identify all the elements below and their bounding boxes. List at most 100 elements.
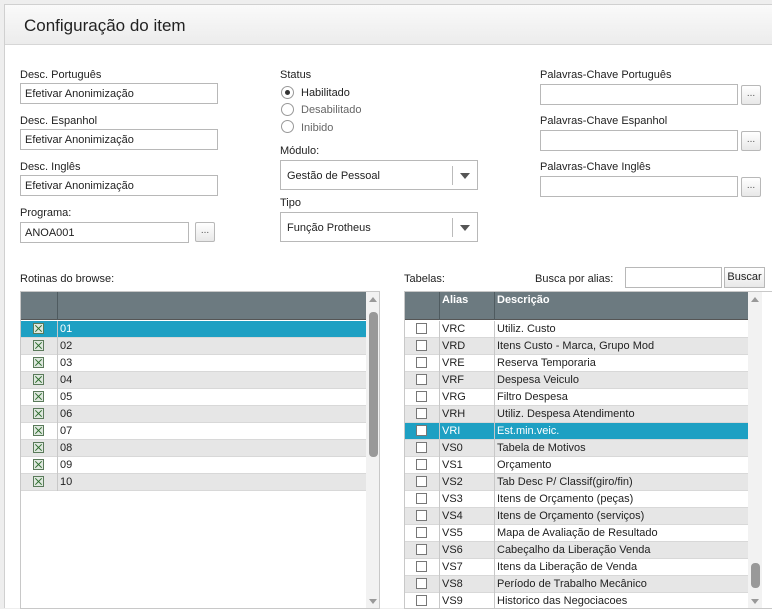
table-row[interactable]: VS8 Período de Trabalho Mecânico [405,576,748,593]
table-check-cell[interactable] [405,559,440,576]
checkbox[interactable] [416,544,427,555]
table-check-cell[interactable] [405,440,440,457]
programa-lookup-button[interactable]: ... [195,222,215,242]
table-row[interactable]: VRH Utiliz. Despesa Atendimento [405,406,748,423]
table-check-cell[interactable] [405,508,440,525]
kw-es-input[interactable] [540,130,738,151]
browse-check-cell[interactable] [21,338,58,355]
browse-row[interactable]: 05 [21,389,366,406]
check-icon[interactable] [33,340,44,351]
scroll-down-icon[interactable] [751,599,759,604]
desc-pt-input[interactable] [20,83,218,104]
checkbox[interactable] [416,357,427,368]
check-icon[interactable] [33,459,44,470]
table-row[interactable]: VS1 Orçamento [405,457,748,474]
table-check-cell[interactable] [405,321,440,338]
table-check-cell[interactable] [405,338,440,355]
table-row[interactable]: VRC Utiliz. Custo [405,321,748,338]
check-icon[interactable] [33,476,44,487]
programa-input[interactable] [20,222,189,243]
scroll-up-icon[interactable] [751,297,759,302]
table-row[interactable]: VRI Est.min.veic. [405,423,748,440]
checkbox[interactable] [416,459,427,470]
desc-es-input[interactable] [20,129,218,150]
checkbox[interactable] [416,323,427,334]
table-row[interactable]: VS5 Mapa de Avaliação de Resultado [405,525,748,542]
table-row[interactable]: VRG Filtro Despesa [405,389,748,406]
scroll-up-icon[interactable] [369,297,377,302]
scroll-thumb[interactable] [751,563,760,588]
kw-pt-lookup-button[interactable]: ... [741,85,761,105]
table-row[interactable]: VS4 Itens de Orçamento (serviços) [405,508,748,525]
check-icon[interactable] [33,357,44,368]
table-row[interactable]: VS2 Tab Desc P/ Classif(giro/fin) [405,474,748,491]
browse-check-cell[interactable] [21,372,58,389]
checkbox[interactable] [416,408,427,419]
browse-row[interactable]: 10 [21,474,366,491]
table-check-cell[interactable] [405,525,440,542]
browse-check-cell[interactable] [21,440,58,457]
kw-en-lookup-button[interactable]: ... [741,177,761,197]
checkbox[interactable] [416,510,427,521]
tables-grid[interactable]: Alias Descrição VRC Utiliz. Custo VRD Itens… [404,291,772,609]
alias-header[interactable]: Alias [440,292,495,320]
kw-es-lookup-button[interactable]: ... [741,131,761,151]
table-row[interactable]: VS6 Cabeçalho da Liberação Venda [405,542,748,559]
desc-header[interactable]: Descrição [495,292,748,320]
scroll-thumb[interactable] [369,312,378,457]
checkbox[interactable] [416,561,427,572]
checkbox[interactable] [416,493,427,504]
status-desabilitado-radio[interactable] [281,103,294,116]
table-check-cell[interactable] [405,457,440,474]
browse-row[interactable]: 04 [21,372,366,389]
check-icon[interactable] [33,323,44,334]
kw-pt-input[interactable] [540,84,738,105]
browse-row[interactable]: 01 [21,321,366,338]
desc-en-input[interactable] [20,175,218,196]
browse-check-cell[interactable] [21,389,58,406]
table-check-cell[interactable] [405,593,440,608]
browse-row[interactable]: 07 [21,423,366,440]
browse-check-cell[interactable] [21,423,58,440]
table-row[interactable]: VS3 Itens de Orçamento (peças) [405,491,748,508]
checkbox[interactable] [416,340,427,351]
table-check-cell[interactable] [405,389,440,406]
modulo-select[interactable]: Gestão de Pessoal [280,160,478,190]
table-row[interactable]: VRD Itens Custo - Marca, Grupo Mod [405,338,748,355]
browse-check-cell[interactable] [21,474,58,491]
table-row[interactable]: VRF Despesa Veiculo [405,372,748,389]
browse-row[interactable]: 09 [21,457,366,474]
checkbox[interactable] [416,442,427,453]
browse-row[interactable]: 06 [21,406,366,423]
table-check-cell[interactable] [405,491,440,508]
checkbox[interactable] [416,476,427,487]
table-check-cell[interactable] [405,542,440,559]
check-icon[interactable] [33,442,44,453]
table-row[interactable]: VS0 Tabela de Motivos [405,440,748,457]
browse-check-cell[interactable] [21,457,58,474]
table-check-cell[interactable] [405,372,440,389]
check-icon[interactable] [33,374,44,385]
browse-scrollbar[interactable] [366,292,379,608]
search-button[interactable]: Buscar [724,267,765,288]
table-row[interactable]: VRE Reserva Temporaria [405,355,748,372]
browse-check-cell[interactable] [21,406,58,423]
search-alias-input[interactable] [625,267,722,288]
table-check-cell[interactable] [405,474,440,491]
browse-check-cell[interactable] [21,355,58,372]
table-row[interactable]: VS9 Historico das Negociacoes [405,593,748,608]
status-inibido-radio[interactable] [281,120,294,133]
table-check-cell[interactable] [405,406,440,423]
check-icon[interactable] [33,391,44,402]
browse-row[interactable]: 03 [21,355,366,372]
checkbox[interactable] [416,578,427,589]
checkbox[interactable] [416,425,427,436]
scroll-down-icon[interactable] [369,599,377,604]
check-icon[interactable] [33,425,44,436]
checkbox[interactable] [416,391,427,402]
browse-check-cell[interactable] [21,321,58,338]
checkbox[interactable] [416,595,427,606]
status-habilitado-radio[interactable] [281,86,294,99]
checkbox[interactable] [416,527,427,538]
table-check-cell[interactable] [405,355,440,372]
